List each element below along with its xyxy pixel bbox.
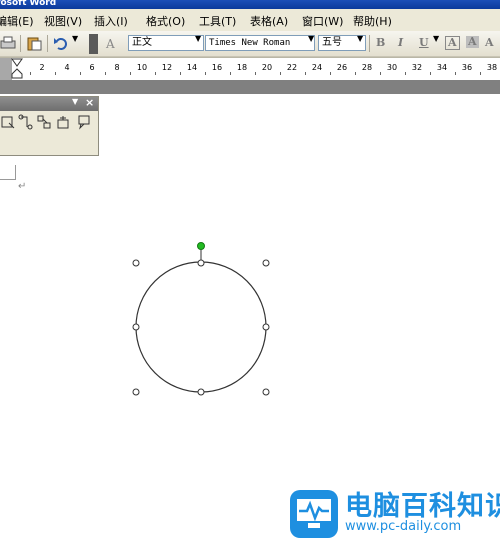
resize-handle-left[interactable]: [132, 323, 140, 331]
resize-handle-bottom[interactable]: [197, 388, 205, 396]
resize-handle-top[interactable]: [197, 259, 205, 267]
rotate-handle[interactable]: [197, 242, 205, 250]
drawing-layer: [132, 242, 270, 396]
monitor-icon: [290, 490, 338, 538]
resize-handle-bottom-left[interactable]: [132, 388, 140, 396]
resize-handle-bottom-right[interactable]: [262, 388, 270, 396]
watermark-logo: 电脑百科知识 www.pc-daily.com: [290, 482, 500, 540]
resize-handle-right[interactable]: [262, 323, 270, 331]
resize-handle-top-left[interactable]: [132, 259, 140, 267]
circle-shape[interactable]: [135, 261, 267, 393]
resize-handle-top-right[interactable]: [262, 259, 270, 267]
watermark-url: www.pc-daily.com: [345, 519, 462, 534]
watermark-title: 电脑百科知识: [345, 491, 500, 522]
